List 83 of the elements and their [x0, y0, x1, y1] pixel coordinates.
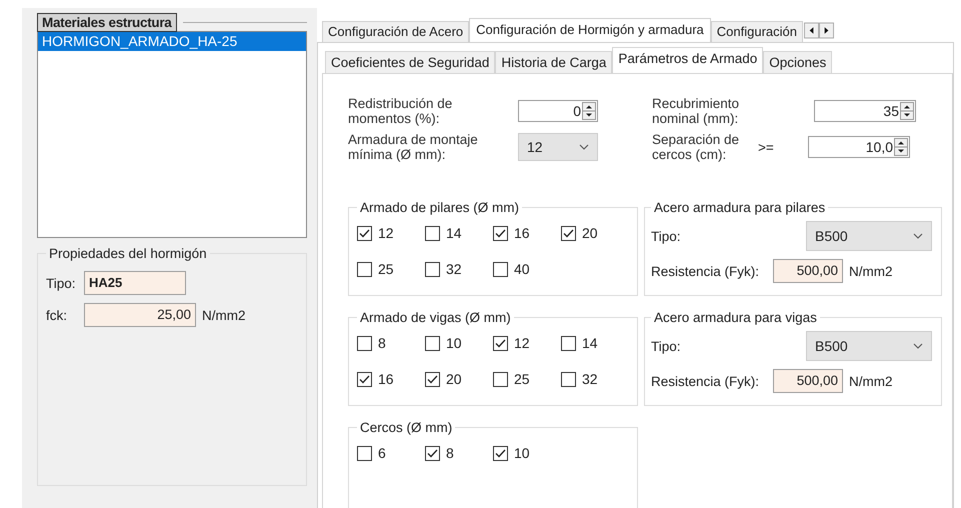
unit-label: N/mm2	[849, 264, 892, 278]
checkbox-label[interactable]: 40	[514, 261, 530, 277]
checkbox-label[interactable]: 25	[378, 261, 394, 277]
spinner-icon[interactable]	[900, 102, 914, 120]
tab[interactable]: Configuración de Hormigón y armadura	[469, 18, 711, 42]
unit-label: N/mm2	[202, 308, 246, 322]
panel-title: Materiales estructura	[37, 13, 177, 32]
checkbox[interactable]	[357, 372, 372, 386]
checkbox-label[interactable]: 16	[514, 225, 530, 241]
input-field[interactable]: 25,00	[84, 303, 196, 327]
checkbox-label[interactable]: 10	[446, 335, 462, 351]
chevron-down-icon[interactable]	[913, 233, 923, 239]
unit-label: N/mm2	[849, 374, 892, 388]
group-title: Cercos (Ø mm)	[359, 420, 454, 435]
checkbox-label[interactable]: 25	[514, 371, 530, 387]
checkbox-label[interactable]: 6	[378, 445, 386, 461]
checkbox-label[interactable]: 32	[582, 371, 598, 387]
checkbox-label[interactable]: 12	[514, 335, 530, 351]
checkbox-label[interactable]: 14	[582, 335, 598, 351]
checkbox[interactable]	[493, 336, 508, 350]
checkbox[interactable]	[357, 262, 372, 276]
input-field[interactable]: HA25	[84, 271, 186, 295]
field-label: Tipo:	[46, 276, 77, 290]
checkbox[interactable]	[425, 262, 440, 276]
checkbox[interactable]	[357, 226, 372, 240]
chevron-down-icon[interactable]	[913, 343, 923, 349]
field-label: Redistribución de momentos (%):	[348, 96, 454, 126]
input-field[interactable]: 500,00	[773, 259, 843, 283]
operator-label: >=	[758, 140, 775, 154]
checkbox[interactable]	[425, 446, 440, 460]
field-label: Resistencia (Fyk):	[651, 374, 760, 388]
checkbox[interactable]	[561, 372, 576, 386]
materials-list[interactable]: HORMIGON_ARMADO_HA-25	[37, 31, 307, 238]
spin-field[interactable]: 35	[814, 100, 916, 122]
spin-field[interactable]: 10,0	[808, 136, 910, 158]
spinner-icon[interactable]	[582, 102, 596, 120]
field-label: Resistencia (Fyk):	[651, 264, 760, 278]
checkbox[interactable]	[493, 262, 508, 276]
checkbox[interactable]	[425, 372, 440, 386]
tab[interactable]: Configuración de Acero	[322, 21, 470, 42]
tab[interactable]: Opciones	[763, 51, 832, 73]
checkbox[interactable]	[493, 446, 508, 460]
tab[interactable]: Configuración	[710, 21, 803, 42]
checkbox[interactable]	[561, 336, 576, 350]
checkbox[interactable]	[493, 372, 508, 386]
checkbox-label[interactable]: 32	[446, 261, 462, 277]
checkbox[interactable]	[425, 336, 440, 350]
tab[interactable]: Historia de Carga	[495, 51, 612, 73]
checkbox-label[interactable]: 10	[514, 445, 530, 461]
checkbox[interactable]	[357, 336, 372, 350]
checkbox[interactable]	[425, 226, 440, 240]
checkbox-label[interactable]: 12	[378, 225, 394, 241]
checkbox-label[interactable]: 8	[446, 445, 454, 461]
field-label: fck:	[46, 308, 68, 322]
spinner-icon[interactable]	[894, 138, 908, 156]
list-item[interactable]: HORMIGON_ARMADO_HA-25	[38, 32, 306, 51]
checkbox-label[interactable]: 14	[446, 225, 462, 241]
checkbox-label[interactable]: 16	[378, 371, 394, 387]
dropdown[interactable]: B500	[806, 221, 932, 251]
chevron-down-icon[interactable]	[579, 144, 589, 150]
group-title: Propiedades del hormigón	[48, 246, 208, 261]
group-title: Armado de pilares (Ø mm)	[359, 200, 520, 215]
scroll-right-icon[interactable]	[819, 22, 834, 39]
checkbox[interactable]	[493, 226, 508, 240]
checkbox[interactable]	[357, 446, 372, 460]
group-title: Armado de vigas (Ø mm)	[359, 310, 512, 325]
field-label: Recubrimiento nominal (mm):	[652, 96, 740, 126]
checkbox-label[interactable]: 8	[378, 335, 386, 351]
checkbox-label[interactable]: 20	[582, 225, 598, 241]
spin-field[interactable]: 0	[518, 100, 598, 122]
group-title: Acero armadura para vigas	[653, 310, 818, 325]
tab[interactable]: Coeficientes de Seguridad	[325, 51, 496, 73]
group-title: Acero armadura para pilares	[653, 200, 826, 215]
tab[interactable]: Parámetros de Armado	[612, 47, 764, 73]
dropdown[interactable]: B500	[806, 331, 932, 361]
field-label: Armadura de montaje mínima (Ø mm):	[348, 132, 478, 162]
dropdown[interactable]: 12	[518, 133, 598, 161]
field-label: Tipo:	[651, 338, 682, 354]
field-label: Tipo:	[651, 228, 682, 244]
scroll-left-icon[interactable]	[804, 22, 819, 39]
input-field[interactable]: 500,00	[773, 369, 843, 393]
checkbox-label[interactable]: 20	[446, 371, 462, 387]
checkbox[interactable]	[561, 226, 576, 240]
